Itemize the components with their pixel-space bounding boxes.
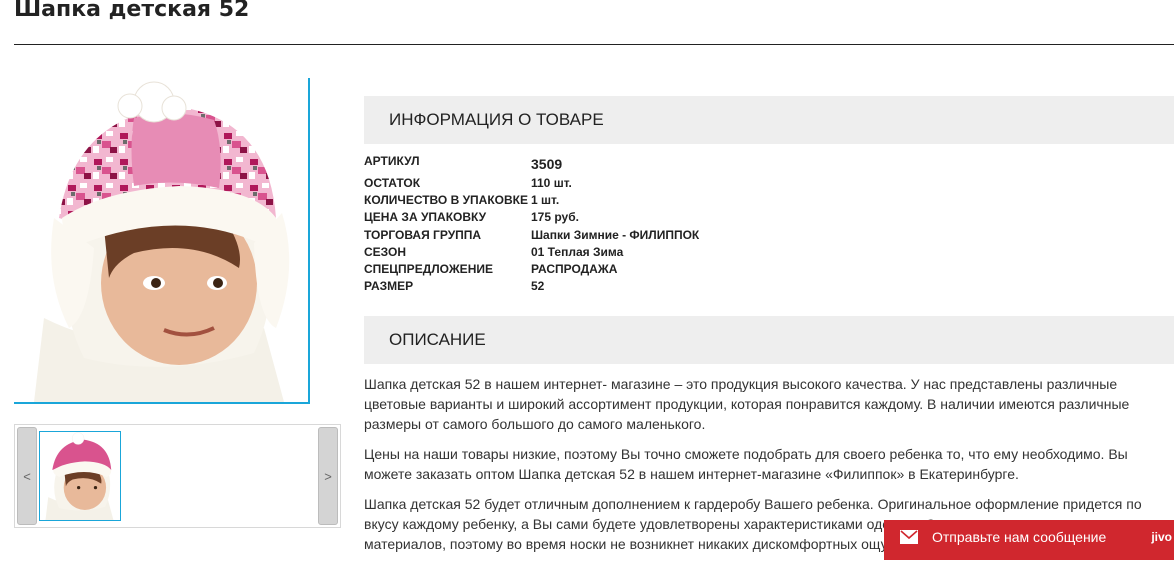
description-header: ОПИСАНИЕ (364, 316, 1174, 364)
envelope-icon (900, 530, 918, 544)
thumbnail-carousel: < > (14, 424, 341, 528)
property-label: СПЕЦПРЕДЛОЖЕНИЕ (364, 261, 493, 276)
product-properties: АРТИКУЛ 3509 ОСТАТОК 110 шт. КОЛИЧЕСТВО … (364, 154, 1064, 296)
chat-label: Отправьте нам сообщение (932, 529, 1107, 545)
carousel-prev-button[interactable]: < (17, 427, 37, 525)
property-label: ОСТАТОК (364, 176, 421, 190)
carousel-next-button[interactable]: > (318, 427, 338, 525)
property-label: СЕЗОН (364, 244, 407, 259)
property-row: СПЕЦПРЕДЛОЖЕНИЕ РАСПРОДАЖА (364, 262, 1064, 279)
description-paragraph: Цены на наши товары низкие, поэтому Вы т… (364, 446, 1128, 482)
thumbnail-image[interactable] (39, 431, 121, 521)
product-main-image[interactable] (14, 78, 310, 404)
property-row: ОСТАТОК 110 шт. (364, 176, 1064, 193)
property-value: 01 Теплая Зима (531, 244, 624, 259)
property-value: РАСПРОДАЖА (531, 261, 618, 276)
property-label: ТОРГОВАЯ ГРУППА (364, 227, 482, 242)
title-divider (14, 44, 1174, 45)
property-label: РАЗМЕР (364, 279, 414, 294)
description-paragraph: Шапка детская 52 в нашем интернет- магаз… (364, 376, 1130, 432)
property-value: Шапки Зимние - ФИЛИППОК (531, 227, 700, 242)
property-label: ЦЕНА ЗА УПАКОВКУ (364, 210, 487, 225)
property-row: ЦЕНА ЗА УПАКОВКУ 175 руб. (364, 210, 1064, 227)
chevron-right-icon: > (324, 468, 332, 484)
property-row: РАЗМЕР 52 (364, 279, 1064, 296)
product-info-header: ИНФОРМАЦИЯ О ТОВАРЕ (364, 96, 1174, 144)
chat-widget-button[interactable]: Отправьте нам сообщение jivo (884, 520, 1174, 560)
chevron-left-icon: < (23, 468, 31, 484)
property-label: АРТИКУЛ (364, 154, 420, 168)
property-value: 3509 (531, 156, 563, 172)
property-value: 175 руб. (531, 210, 579, 225)
property-value: 1 шт. (531, 193, 560, 208)
property-label: КОЛИЧЕСТВО В УПАКОВКЕ (364, 193, 528, 208)
property-value: 52 (531, 279, 545, 294)
property-value: 110 шт. (531, 176, 572, 190)
property-row: СЕЗОН 01 Теплая Зима (364, 245, 1064, 262)
chat-brand-logo: jivo (1151, 530, 1172, 544)
property-row: КОЛИЧЕСТВО В УПАКОВКЕ 1 шт. (364, 193, 1064, 210)
property-row: ТОРГОВАЯ ГРУППА Шапки Зимние - ФИЛИППОК (364, 228, 1064, 245)
property-row: АРТИКУЛ 3509 (364, 154, 1064, 176)
thumbnail-photo (40, 432, 120, 520)
page-title: Шапка детская 52 (14, 0, 250, 22)
product-photo (14, 78, 308, 402)
